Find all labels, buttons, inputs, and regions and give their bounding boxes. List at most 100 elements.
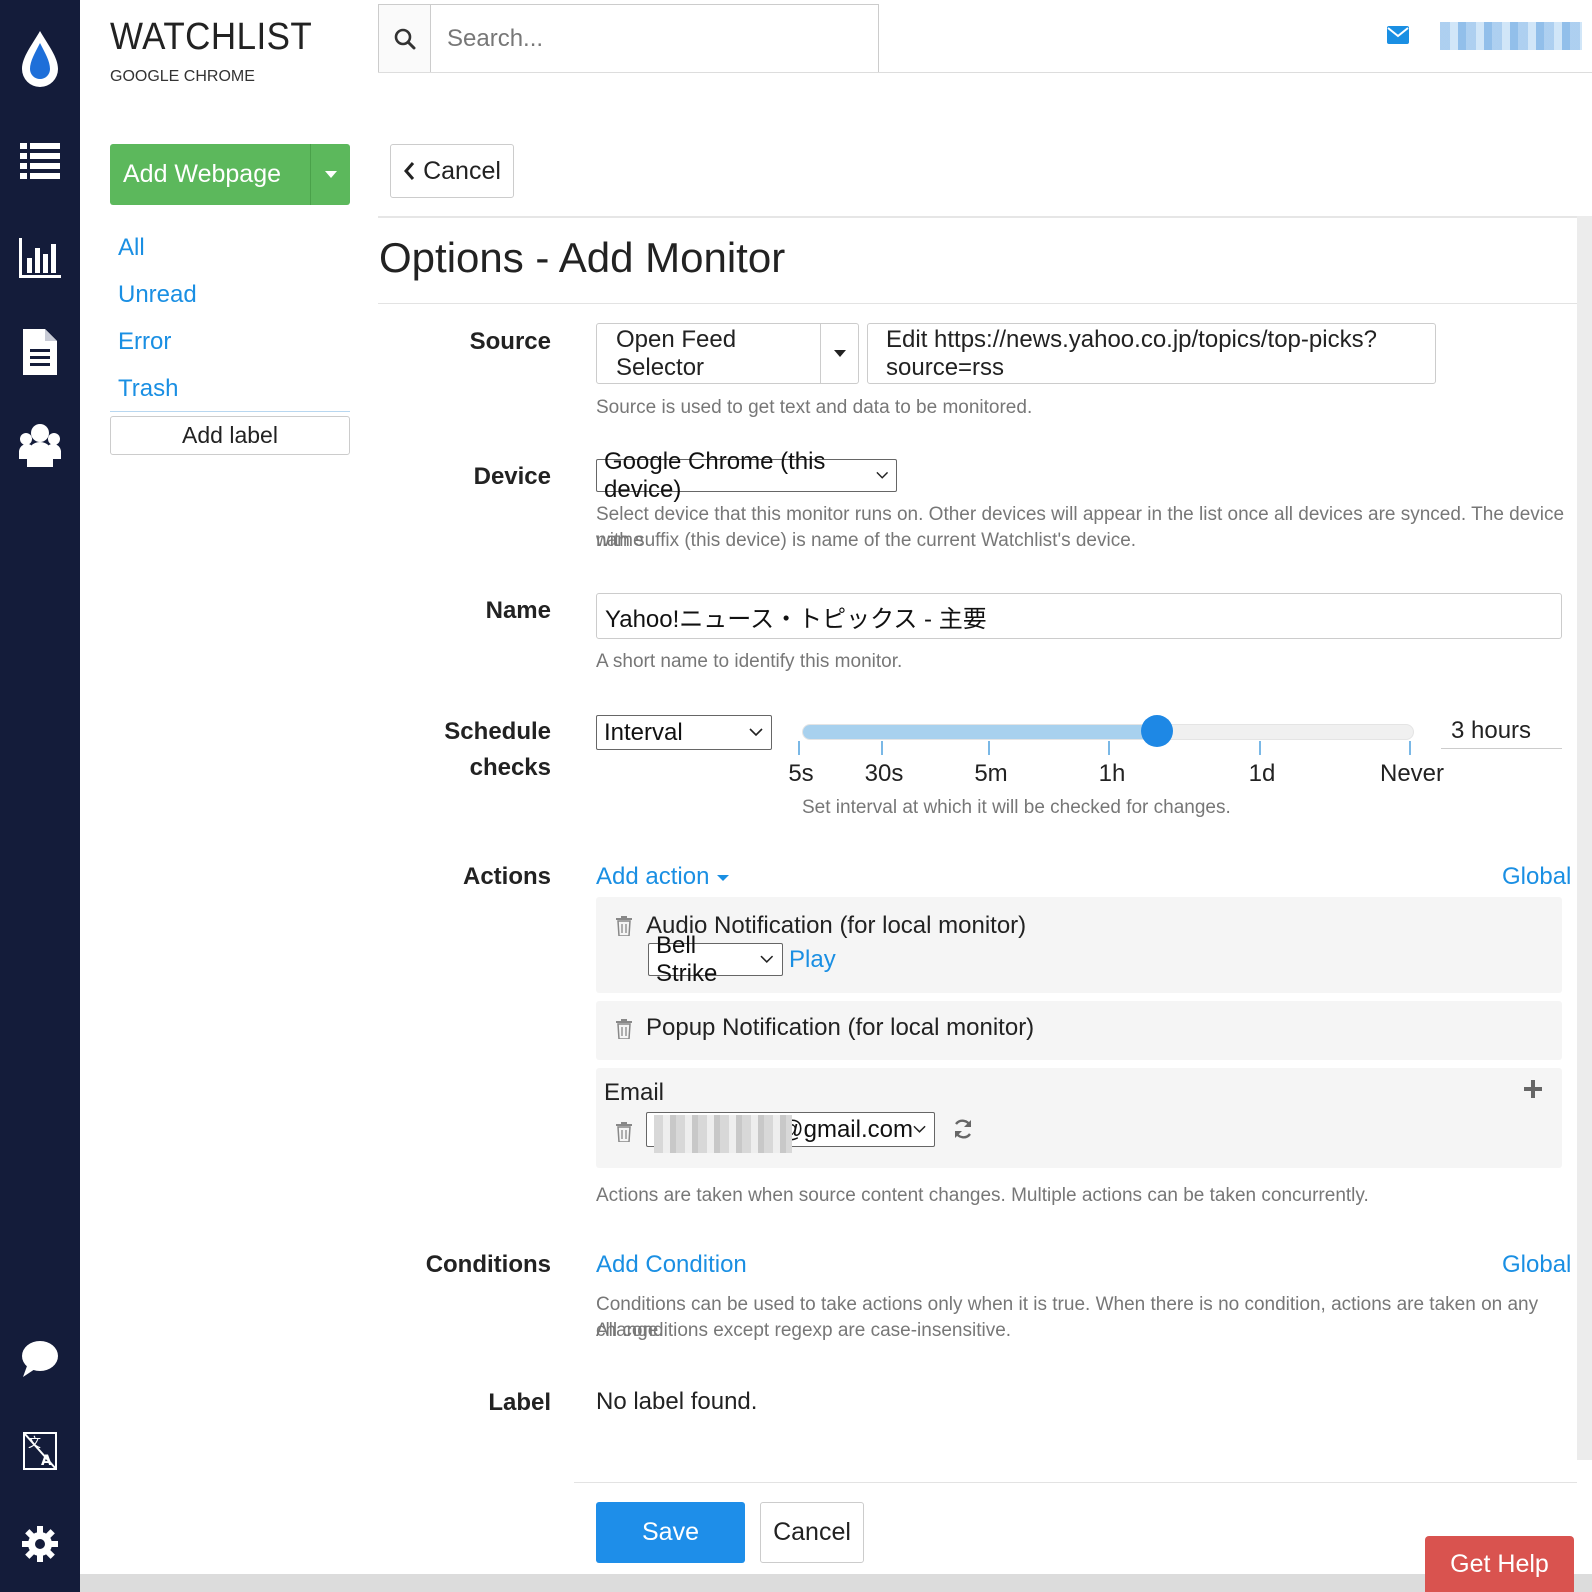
save-button[interactable]: Save	[596, 1502, 745, 1563]
footer-divider	[574, 1482, 1577, 1483]
top-cancel-label: Cancel	[423, 156, 501, 185]
user-account-menu[interactable]	[1440, 22, 1582, 50]
trash-icon[interactable]	[616, 916, 632, 936]
schedule-mode-value: Interval	[604, 718, 683, 746]
add-action-label: Add action	[596, 863, 710, 890]
app-title: WATCHLIST	[110, 16, 313, 58]
get-help-button[interactable]: Get Help	[1425, 1536, 1574, 1592]
popup-notification-title: Popup Notification (for local monitor)	[646, 1014, 1035, 1041]
device-help-line2: with suffix (this device) is name of the…	[596, 530, 1137, 551]
tick-label-30s: 30s	[864, 760, 904, 787]
cancel-button[interactable]: Cancel	[760, 1502, 864, 1563]
audio-sound-select[interactable]: Bell Strike	[648, 932, 783, 987]
actions-label: Actions	[462, 863, 551, 890]
page-title: Options - Add Monitor	[379, 234, 786, 281]
caret-down-icon	[324, 171, 337, 178]
scrollbar[interactable]	[1577, 216, 1592, 1460]
header-divider	[378, 72, 1592, 73]
schedule-label-line1: Schedule	[444, 718, 551, 745]
slider-tick	[798, 741, 800, 755]
audio-sound-value: Bell Strike	[656, 931, 718, 987]
bar-chart-icon[interactable]	[0, 236, 80, 280]
source-help: Source is used to get text and data to b…	[596, 397, 1033, 418]
add-label-button[interactable]: Add label	[110, 416, 350, 455]
search-icon[interactable]	[379, 5, 431, 72]
caret-down-icon	[833, 350, 846, 357]
device-select-value: Google Chrome (this device)	[604, 447, 826, 503]
monitor-name-input[interactable]: Yahoo!ニュース・トピックス - 主要	[596, 593, 1562, 639]
email-redaction-blur	[654, 1115, 792, 1153]
device-label: Device	[473, 463, 551, 490]
add-webpage-dropdown[interactable]	[310, 144, 350, 205]
interval-slider-handle[interactable]	[1140, 715, 1173, 747]
tick-label-5s: 5s	[788, 760, 814, 787]
search-input[interactable]	[431, 5, 878, 72]
tick-label-1h: 1h	[1098, 760, 1126, 787]
logo-drop-icon[interactable]	[0, 28, 80, 92]
sidebar-item-error[interactable]: Error	[118, 322, 197, 369]
add-webpage-label[interactable]: Add Webpage	[110, 144, 310, 205]
caret-down-icon	[717, 874, 730, 881]
tick-label-1d: 1d	[1248, 760, 1276, 787]
chevron-down-icon	[760, 955, 774, 964]
slider-tick	[881, 741, 883, 755]
tick-label-never: Never	[1379, 760, 1445, 787]
label-field-label: Label	[488, 1389, 551, 1416]
users-icon[interactable]	[0, 420, 80, 470]
search-box	[378, 4, 879, 73]
play-sound-link[interactable]: Play	[789, 946, 836, 974]
document-icon[interactable]	[0, 328, 80, 376]
interval-slider-track[interactable]	[802, 724, 1414, 740]
feed-selector-group: Open Feed Selector	[596, 323, 859, 384]
conditions-help-line2: All conditions except regexp are case-in…	[596, 1320, 1012, 1341]
conditions-global-link[interactable]: Global	[1502, 1251, 1571, 1279]
refresh-icon[interactable]	[952, 1118, 974, 1140]
sidebar-filter-list: All Unread Error Trash	[118, 228, 197, 416]
sidebar-item-all[interactable]: All	[118, 228, 197, 275]
trash-icon[interactable]	[616, 1122, 632, 1142]
feed-selector-dropdown[interactable]	[820, 324, 858, 383]
chevron-down-icon	[875, 471, 888, 479]
tick-label-5m: 5m	[974, 760, 1008, 787]
schedule-help: Set interval at which it will be checked…	[802, 797, 1231, 818]
chevron-down-icon	[749, 728, 763, 737]
schedule-mode-select[interactable]: Interval	[596, 715, 772, 750]
actions-global-link[interactable]: Global	[1502, 863, 1571, 891]
sidebar-item-trash[interactable]: Trash	[118, 369, 197, 416]
add-webpage-button[interactable]: Add Webpage	[110, 144, 350, 205]
actions-help: Actions are taken when source content ch…	[596, 1185, 1369, 1206]
svg-text:A: A	[41, 1453, 52, 1469]
sidebar-item-unread[interactable]: Unread	[118, 275, 197, 322]
interval-value-input[interactable]: 3 hours	[1441, 713, 1562, 749]
name-help: A short name to identify this monitor.	[596, 651, 903, 672]
no-label-text: No label found.	[596, 1388, 758, 1415]
sidebar-divider	[110, 411, 350, 412]
list-icon[interactable]	[0, 140, 80, 184]
conditions-label: Conditions	[425, 1251, 551, 1278]
slider-tick	[1108, 741, 1110, 755]
open-feed-selector-button[interactable]: Open Feed Selector	[597, 326, 820, 382]
gear-icon[interactable]	[0, 1522, 80, 1566]
slider-tick	[1259, 741, 1261, 755]
top-cancel-button[interactable]: Cancel	[390, 144, 514, 198]
svg-text:文: 文	[28, 1436, 41, 1451]
audio-notification-action: Audio Notification (for local monitor) B…	[596, 897, 1562, 993]
email-domain: @gmail.com	[779, 1115, 913, 1143]
chevron-left-icon	[404, 162, 415, 180]
chevron-down-icon	[913, 1125, 926, 1133]
source-label: Source	[469, 328, 551, 355]
plus-icon[interactable]	[1524, 1080, 1542, 1098]
toolbar-divider	[378, 216, 1592, 218]
trash-icon[interactable]	[616, 1019, 632, 1039]
add-condition-link[interactable]: Add Condition	[596, 1251, 747, 1279]
translate-icon[interactable]: 文A	[0, 1426, 80, 1476]
edit-source-url-button[interactable]: Edit https://news.yahoo.co.jp/topics/top…	[867, 323, 1436, 384]
title-divider	[378, 303, 1577, 304]
email-action-title: Email	[604, 1079, 665, 1106]
bottom-scrollbar[interactable]	[80, 1574, 1592, 1592]
popup-notification-action: Popup Notification (for local monitor)	[596, 1001, 1562, 1060]
mail-icon[interactable]	[1387, 26, 1409, 49]
chat-icon[interactable]	[0, 1336, 80, 1382]
device-select[interactable]: Google Chrome (this device)	[596, 448, 897, 503]
add-action-dropdown[interactable]: Add action	[596, 863, 730, 891]
